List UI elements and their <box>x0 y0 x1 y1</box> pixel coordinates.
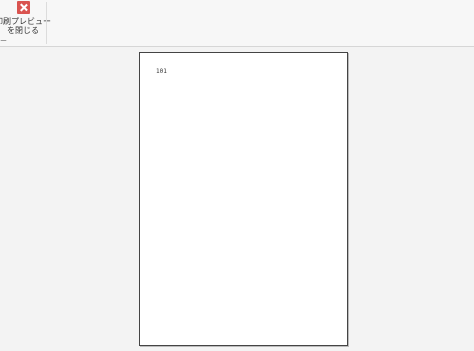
page-content-text: 101 <box>156 68 167 75</box>
close-print-preview-label: 印刷プレビュー を閉じる <box>0 17 51 35</box>
close-print-preview-label-line1: 印刷プレビュー <box>0 17 51 26</box>
close-print-preview-button[interactable]: 印刷プレビュー を閉じる <box>0 0 51 42</box>
ribbon-group-label: ー <box>0 37 7 45</box>
ribbon-group-divider <box>46 2 47 44</box>
close-print-preview-label-line2: を閉じる <box>7 26 39 35</box>
ribbon-toolbar: 印刷プレビュー を閉じる ー <box>0 0 474 47</box>
preview-page: 101 <box>139 52 348 346</box>
close-icon <box>16 1 30 14</box>
